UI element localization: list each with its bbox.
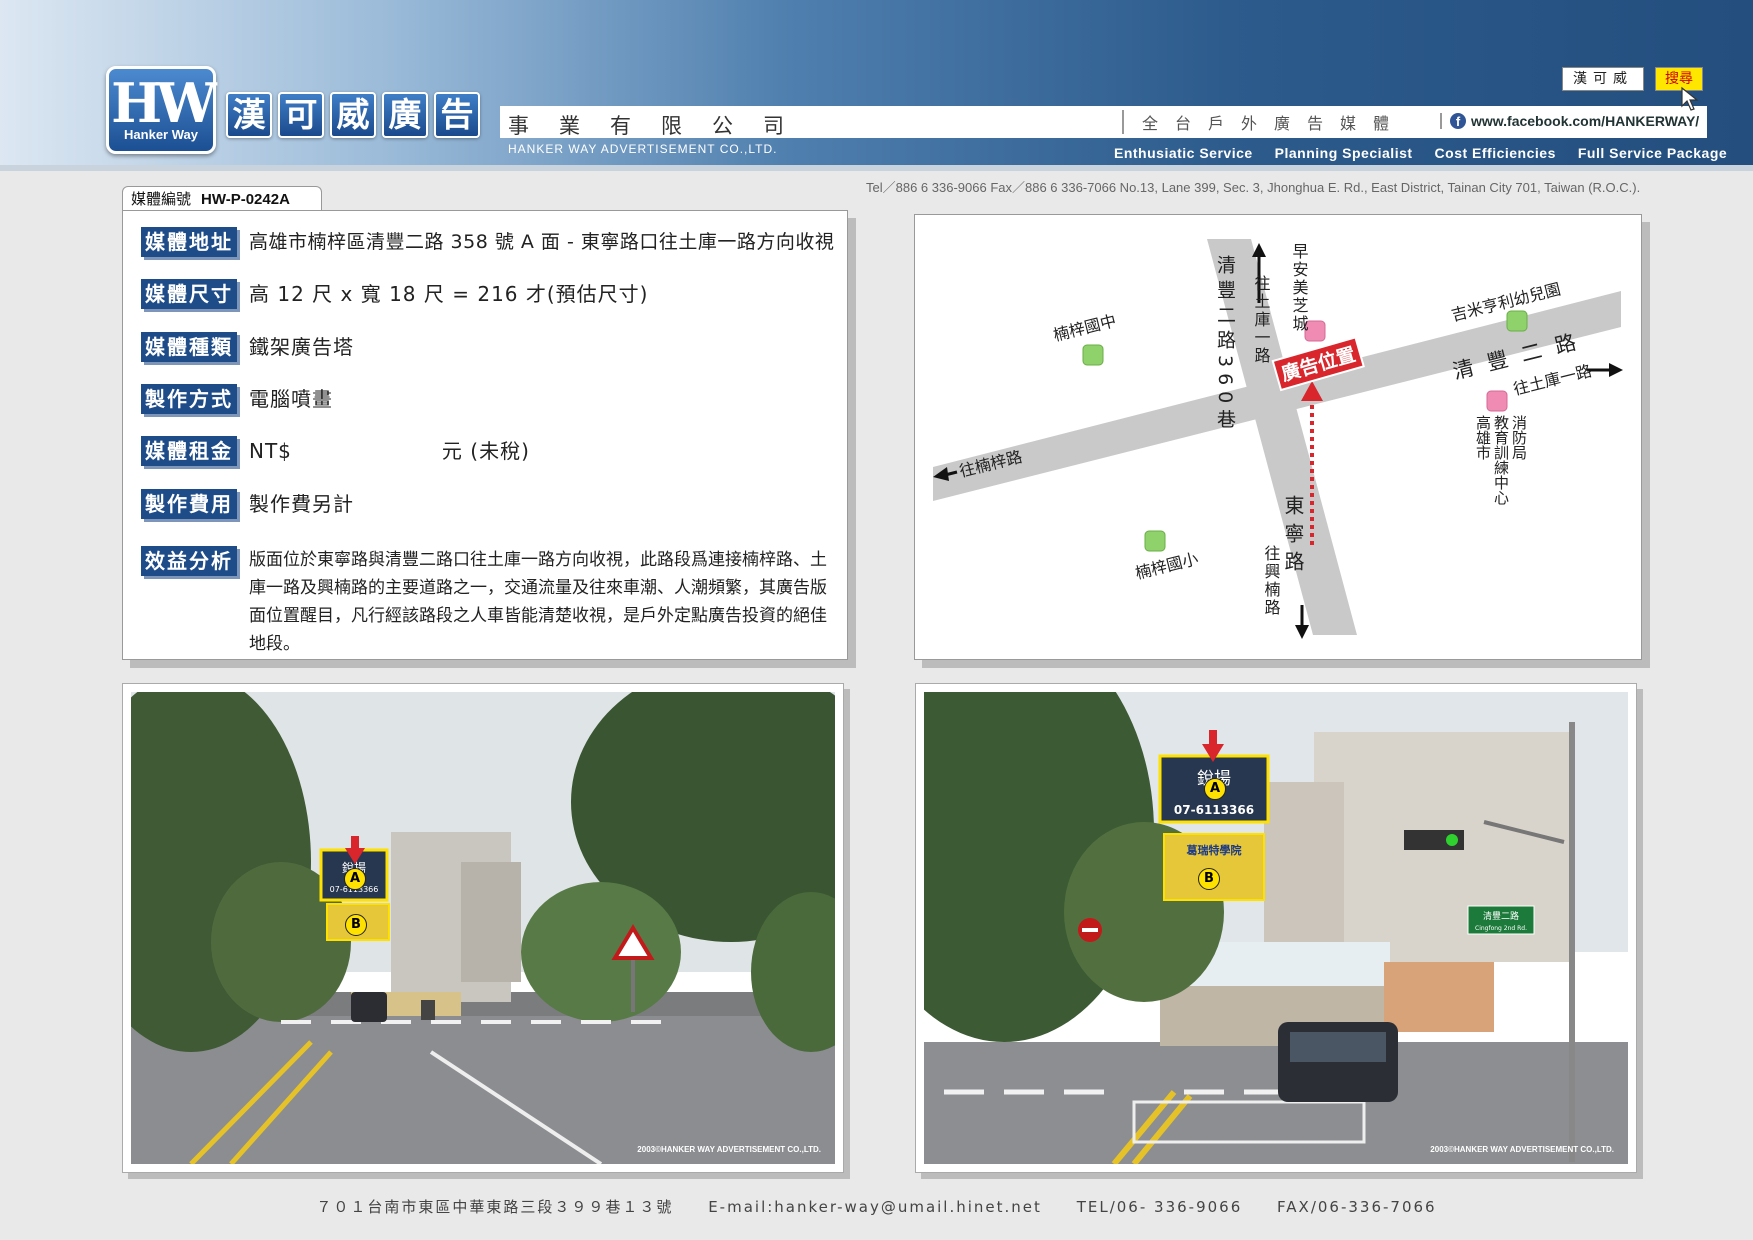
footer-email[interactable]: E-mail:hanker-way@umail.hinet.net (708, 1198, 1042, 1216)
info-value: 鐵架廣告塔 (249, 335, 354, 359)
label-nanzi-elementary: 楠梓國小 (1133, 549, 1200, 583)
poi-education-bureau-icon (1486, 390, 1508, 412)
info-row-type: 媒體種類 鐵架廣告塔 (141, 332, 354, 362)
site-photo-far[interactable]: 銳揚 07-6113366 A B 2003©HANKER WAY ADVERT… (122, 683, 844, 1173)
marker-b: B (345, 914, 367, 936)
logo-subtext: Hanker Way (124, 127, 198, 142)
footer-tel: TEL/06- 336-9066 (1076, 1198, 1243, 1216)
service-item: Cost Efficiencies (1434, 145, 1556, 161)
company-button[interactable]: 漢可威 (1562, 67, 1644, 91)
service-item: Full Service Package (1577, 145, 1728, 161)
info-value: NT$ (249, 439, 292, 463)
photo-near-scene: 清豐二路 Cingfong 2nd Rd. 銳揚 07-6113366 葛瑞特學… (924, 692, 1628, 1164)
photo-far-scene: 銳揚 07-6113366 A B 2003©HANKER WAY ADVERT… (131, 692, 835, 1164)
facebook-url: www.facebook.com/HANKERWAY/ (1471, 113, 1700, 129)
label-education-col2: 教育訓練中心 (1492, 415, 1510, 505)
tagline: 全台戶外廣告媒體 (1122, 110, 1406, 134)
photo-copyright: 2003©HANKER WAY ADVERTISEMENT CO.,LTD. (637, 1145, 821, 1154)
footer-address: ７０１台南市東區中華東路三段３９９巷１３號 (316, 1198, 674, 1216)
facebook-icon: f (1450, 113, 1466, 129)
label-to-xingnan-road: 往興楠路 (1262, 545, 1281, 617)
map-svg: 廣告位置 清豐二路360巷 往土庫一路 早安美芝城 楠梓國中 吉米亨利幼兒園 清… (933, 239, 1623, 639)
header-divider (0, 165, 1753, 171)
label-dongning-road: 東寧路 (1281, 495, 1305, 579)
contact-line: Tel／886 6 336-9066 Fax／886 6 336-7066 No… (866, 180, 1641, 195)
media-id-label: 媒體編號 (131, 190, 192, 208)
marker-arrow-icon (1202, 730, 1224, 766)
info-value: 電腦噴畫 (249, 387, 333, 411)
brand-char: 漢 (226, 92, 272, 138)
marker-arrow-icon (345, 836, 365, 868)
cursor-icon (1680, 86, 1702, 118)
label-lane-360: 清豐二路360巷 (1214, 255, 1236, 435)
label-nanzi-junior-high: 楠梓國中 (1051, 311, 1118, 345)
media-info-panel: 媒體地址 高雄市楠梓區清豐二路 358 號 A 面 - 東寧路口往土庫一路方向收… (122, 210, 848, 660)
label-education-col3: 消防局 (1510, 415, 1528, 461)
media-id-tab: 媒體編號 HW-P-0242A (122, 186, 322, 210)
site-photo-near[interactable]: 清豐二路 Cingfong 2nd Rd. 銳揚 07-6113366 葛瑞特學… (915, 683, 1637, 1173)
info-label: 效益分析 (141, 546, 237, 576)
marker-a: A (1204, 778, 1226, 800)
info-label: 製作費用 (141, 489, 237, 519)
photo-copyright: 2003©HANKER WAY ADVERTISEMENT CO.,LTD. (1430, 1145, 1614, 1154)
info-label: 媒體租金 (141, 436, 237, 466)
photo-near-svg: 清豐二路 Cingfong 2nd Rd. 銳揚 07-6113366 葛瑞特學… (924, 692, 1628, 1164)
brand-char: 廣 (382, 92, 428, 138)
info-row-rent: 媒體租金 NT$ 元 (未稅) (141, 436, 530, 466)
footer-fax: FAX/06-336-7066 (1277, 1198, 1437, 1216)
svg-text:Cingfong 2nd Rd.: Cingfong 2nd Rd. (1475, 925, 1527, 932)
poi-nanzi-elementary-icon (1144, 530, 1166, 552)
svg-text:葛瑞特學院: 葛瑞特學院 (1186, 843, 1242, 857)
label-education-col1: 高雄市 (1474, 415, 1492, 460)
info-value: 高 12 尺 x 寬 18 尺 = 216 才(預估尺寸) (249, 282, 649, 306)
header-banner (0, 0, 1753, 168)
media-id-value: HW-P-0242A (201, 191, 290, 208)
info-value: 高雄市楠梓區清豐二路 358 號 A 面 - 東寧路口往土庫一路方向收視 (249, 231, 835, 253)
info-row-size: 媒體尺寸 高 12 尺 x 寬 18 尺 = 216 才(預估尺寸) (141, 279, 649, 309)
svg-text:07-6113366: 07-6113366 (1174, 803, 1254, 817)
brand-char: 告 (434, 92, 480, 138)
logo-text: HW (111, 71, 217, 135)
info-value: 製作費另計 (249, 492, 354, 516)
service-list: Enthusiatic Service Planning Specialist … (1114, 145, 1727, 161)
info-row-fee: 製作費用 製作費另計 (141, 489, 354, 519)
label-to-tuku-north: 往土庫一路 (1252, 275, 1271, 365)
info-row-address: 媒體地址 高雄市楠梓區清豐二路 358 號 A 面 - 東寧路口往土庫一路方向收… (141, 227, 834, 257)
analysis-text: 版面位於東寧路與清豐二路口往土庫一路方向收視，此路段爲連接楠梓路、土庫一路及興楠… (249, 550, 827, 654)
footer: ７０１台南市東區中華東路三段３９９巷１３號 E-mail:hanker-way@… (0, 1196, 1753, 1217)
service-item: Planning Specialist (1274, 145, 1413, 161)
poi-nanzi-junior-high-icon (1082, 344, 1104, 366)
info-label: 製作方式 (141, 384, 237, 414)
company-suffix: 事業有限公司 (508, 114, 814, 138)
brand-char: 威 (330, 92, 376, 138)
svg-text:清豐二路: 清豐二路 (1483, 910, 1519, 922)
marker-a: A (344, 868, 366, 890)
service-item: Enthusiatic Service (1114, 145, 1253, 161)
info-row-production: 製作方式 電腦噴畫 (141, 384, 333, 414)
photo-far-svg: 銳揚 07-6113366 (131, 692, 835, 1164)
brand-title: 漢 可 威 廣 告 (226, 92, 480, 138)
info-label: 媒體地址 (141, 227, 237, 257)
poi-kindergarten-icon (1506, 310, 1528, 332)
info-row-analysis: 效益分析 版面位於東寧路與清豐二路口往土庫一路方向收視，此路段爲連接楠梓路、土庫… (141, 546, 829, 658)
company-logo[interactable]: HW Hanker Way (106, 66, 217, 154)
rent-unit: 元 (未稅) (441, 439, 530, 463)
location-map: 廣告位置 清豐二路360巷 往土庫一路 早安美芝城 楠梓國中 吉米亨利幼兒園 清… (914, 214, 1642, 660)
facebook-link[interactable]: f www.facebook.com/HANKERWAY/ (1440, 113, 1699, 129)
label-zaoan: 早安美芝城 (1290, 243, 1309, 333)
company-english-name: HANKER WAY ADVERTISEMENT CO.,LTD. (508, 142, 778, 156)
brand-char: 可 (278, 92, 324, 138)
info-label: 媒體尺寸 (141, 279, 237, 309)
marker-b: B (1198, 868, 1220, 890)
info-label: 媒體種類 (141, 332, 237, 362)
